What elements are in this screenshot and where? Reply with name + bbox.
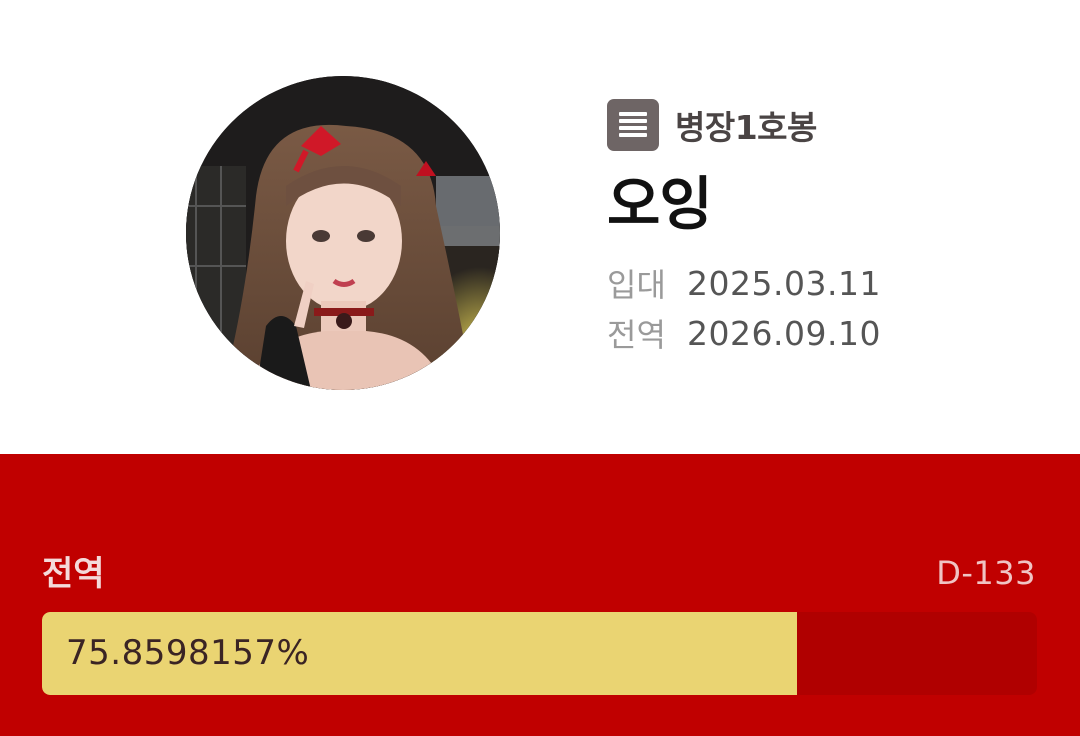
avatar-photo xyxy=(186,76,500,390)
discharge-label: 전역 xyxy=(607,316,666,354)
dday-counter: D-133 xyxy=(936,554,1036,592)
progress-percent: 75.8598157% xyxy=(66,633,310,673)
enlist-row: 입대 2025.03.11 xyxy=(607,261,881,305)
discharge-date: 2026.09.10 xyxy=(687,313,881,353)
list-icon xyxy=(607,99,659,151)
enlist-date: 2025.03.11 xyxy=(687,263,881,303)
progress-bar: 75.8598157% xyxy=(42,612,1037,695)
enlist-label: 입대 xyxy=(607,266,666,304)
discharge-progress-panel[interactable]: 전역 D-133 75.8598157% xyxy=(0,454,1080,736)
service-dates: 입대 2025.03.11 전역 2026.09.10 xyxy=(607,261,881,355)
rank-row: 병장1호봉 xyxy=(607,99,881,151)
discharge-row: 전역 2026.09.10 xyxy=(607,311,881,355)
progress-label: 전역 xyxy=(42,554,105,594)
profile-header: 병장1호봉 오잉 입대 2025.03.11 전역 2026.09.10 xyxy=(0,0,1080,454)
profile-info: 병장1호봉 오잉 입대 2025.03.11 전역 2026.09.10 xyxy=(607,99,881,361)
avatar[interactable] xyxy=(186,76,500,390)
user-name: 오잉 xyxy=(607,170,713,238)
rank-label: 병장1호봉 xyxy=(675,108,817,147)
